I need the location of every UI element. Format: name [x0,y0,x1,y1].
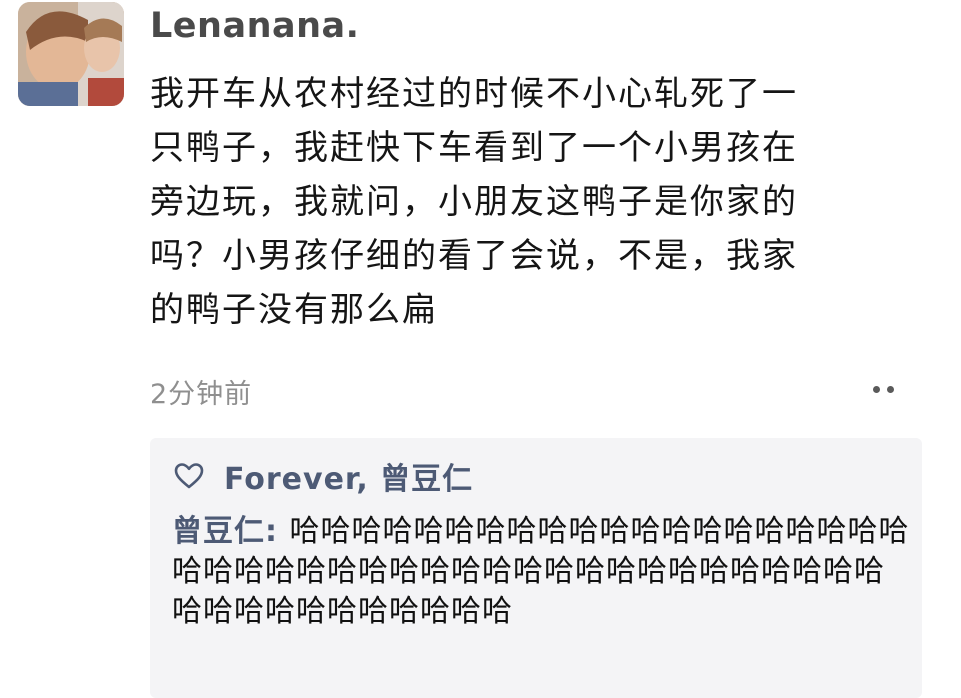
likes-names[interactable]: Forever, 曾豆仁 [224,454,473,498]
avatar[interactable] [18,2,124,106]
post-line: 我开车从农村经过的时候不小心轧死了一 [150,74,798,114]
more-options-button[interactable] [860,376,906,402]
post-author-name[interactable]: Lenanana. [150,6,359,46]
post-line: 吗？小男孩仔细的看了会说，不是，我家 [150,236,798,276]
heart-icon[interactable] [174,462,204,490]
comment-section: Forever, 曾豆仁 曾豆仁: 哈哈哈哈哈哈哈哈哈哈哈哈哈哈哈哈哈哈哈哈哈哈… [150,438,922,698]
more-dots-icon [872,385,880,393]
likes-row: Forever, 曾豆仁 [174,454,473,498]
post-line: 的鸭子没有那么扁 [150,290,438,330]
more-dots-icon [886,385,894,393]
post-timestamp: 2分钟前 [150,379,253,410]
comment-separator: : [265,514,290,549]
post-body: 我开车从农村经过的时候不小心轧死了一 只鸭子，我赶快下车看到了一个小男孩在 旁边… [150,67,910,337]
avatar-photo [18,2,124,106]
post-line: 旁边玩，我就问，小朋友这鸭子是你家的 [150,182,798,222]
comment-item[interactable]: 曾豆仁: 哈哈哈哈哈哈哈哈哈哈哈哈哈哈哈哈哈哈哈哈哈哈哈哈哈哈哈哈哈哈哈哈哈哈哈… [172,512,912,632]
comment-author[interactable]: 曾豆仁 [172,514,265,549]
post-line: 只鸭子，我赶快下车看到了一个小男孩在 [150,128,798,168]
